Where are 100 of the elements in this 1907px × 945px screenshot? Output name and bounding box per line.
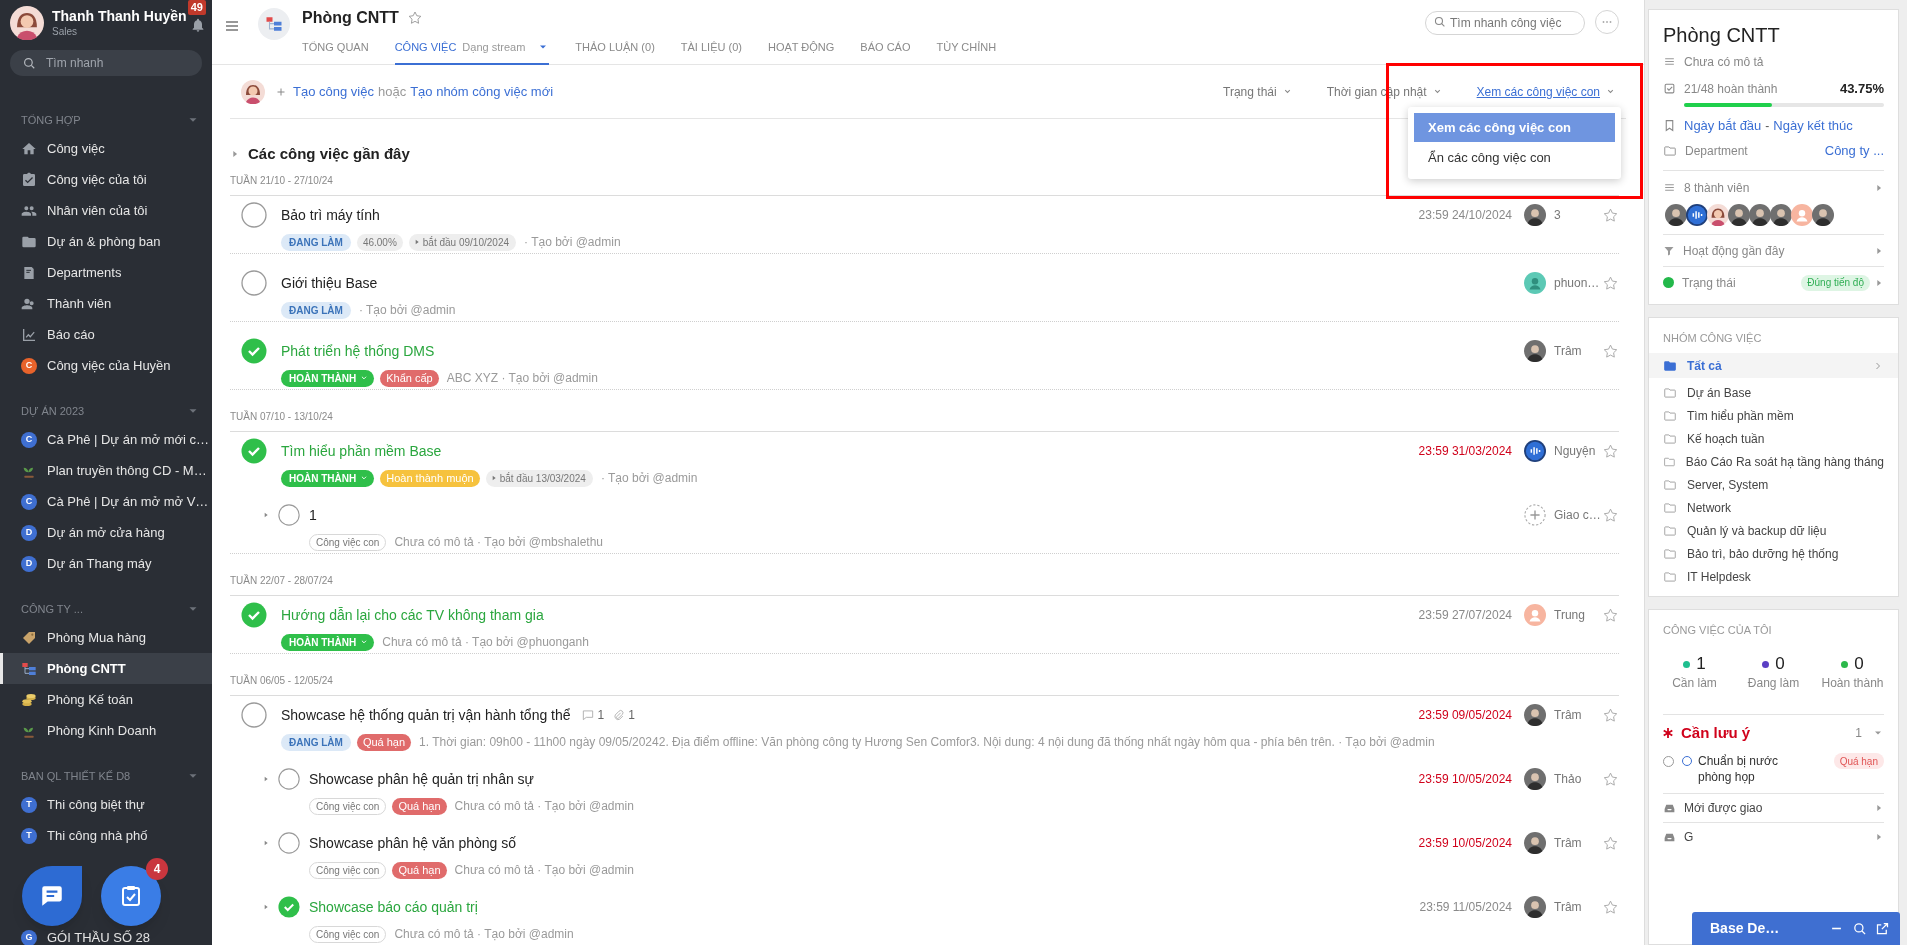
comment-icon (580, 708, 595, 722)
sidebar-item[interactable]: Phòng Kế toán (0, 684, 212, 715)
sidebar-item[interactable]: D Dự án Thang máy (0, 548, 212, 579)
avatar (1524, 768, 1546, 790)
task-title[interactable]: Showcase phân hệ văn phòng số (309, 832, 517, 854)
avatar (1665, 204, 1687, 226)
task-title[interactable]: Giới thiệu Base (281, 272, 378, 294)
sidebar-item[interactable]: C Cà Phê | Dự án mở mở V… (0, 486, 212, 517)
sidebar-item[interactable]: Phòng Mua hàng (0, 622, 212, 653)
group-item[interactable]: Quản lý và backup dữ liệu (1649, 519, 1898, 542)
group-item[interactable]: Kế hoạch tuần (1649, 427, 1898, 450)
expand-caret-icon[interactable] (262, 839, 270, 847)
week-label: TUẦN 07/10 - 13/10/24 (230, 410, 334, 424)
task-checkbox[interactable] (278, 768, 300, 790)
filter-dropdown[interactable]: Xem các công việc con (1476, 82, 1616, 101)
expand-caret-icon[interactable] (262, 511, 270, 519)
star-icon[interactable] (1602, 706, 1619, 724)
tab[interactable]: TÀI LIỆU (0) (680, 37, 742, 65)
task-filter-link[interactable]: Mới được giao (1649, 794, 1898, 822)
search-icon[interactable] (1852, 921, 1867, 936)
search-field[interactable]: Tìm nhanh công việc (1425, 11, 1585, 35)
avatar (1749, 204, 1771, 226)
start-date-link[interactable]: Ngày bắt đầu (1684, 115, 1762, 136)
task-checkbox[interactable] (241, 602, 267, 628)
sidebar-item[interactable]: Dự án & phòng ban (0, 226, 212, 257)
sidebar-item[interactable]: T Thi công nhà phố (0, 820, 212, 851)
sidebar-item[interactable]: Plan truyền thông CD - M… (0, 455, 212, 486)
task-checkbox[interactable] (241, 338, 267, 364)
attention-title: Cần lưu ý (1681, 722, 1751, 743)
star-icon[interactable] (1602, 342, 1619, 360)
create-group-link[interactable]: Tạo nhóm công việc mới (410, 81, 554, 102)
sidebar-item[interactable]: Nhân viên của tôi (0, 195, 212, 226)
sidebar-item[interactable]: C Công việc của Huyền (0, 350, 212, 381)
star-icon[interactable] (406, 10, 423, 26)
group-item[interactable]: Tất cả (1649, 353, 1898, 378)
sidebar-item[interactable]: Phòng Kinh Doanh (0, 715, 212, 746)
star-icon[interactable] (1602, 442, 1619, 460)
status-tag: ĐANG LÀM (281, 233, 351, 251)
sidebar-item[interactable]: T Thi công biệt thự (0, 789, 212, 820)
chat-bar[interactable]: Base De… (1692, 912, 1900, 945)
sidebar-item[interactable]: Departments (0, 257, 212, 288)
group-item[interactable]: Tìm hiểu phần mềm (1649, 404, 1898, 427)
star-icon[interactable] (1602, 506, 1619, 524)
tab[interactable]: THẢO LUẬN (0) (575, 37, 655, 65)
sidebar-item[interactable]: C Cà Phê | Dự án mở mới c… (0, 424, 212, 455)
task-checkbox[interactable] (278, 504, 300, 526)
sidebar-item[interactable]: Báo cáo (0, 319, 212, 350)
group-item[interactable]: IT Helpdesk (1649, 565, 1898, 588)
sidebar-item[interactable]: D Dự án mở cửa hàng (0, 517, 212, 548)
task-checkbox[interactable] (278, 832, 300, 854)
chat-icon (39, 883, 65, 909)
task-checkbox[interactable] (241, 438, 267, 464)
task-checkbox[interactable] (278, 896, 300, 918)
folder-icon (1663, 143, 1677, 158)
tab[interactable]: CÔNG VIỆC Dạng stream (394, 37, 550, 65)
expand-caret-icon[interactable] (262, 775, 270, 783)
task-checkbox[interactable] (241, 702, 267, 728)
task-title[interactable]: 1 (309, 504, 317, 526)
expand-caret-icon[interactable] (262, 903, 270, 911)
menu-item[interactable]: Ẩn các công việc con (1414, 142, 1615, 173)
create-task-link[interactable]: Tạo công việc (293, 81, 374, 102)
tab[interactable]: HOẠT ĐỘNG (767, 37, 835, 65)
group-item[interactable]: Bảo trì, bảo dưỡng hệ thống (1649, 542, 1898, 565)
task-filter-link[interactable]: G (1649, 823, 1898, 851)
task-title[interactable]: Showcase hệ thống quản trị vận hành tổng thể (281, 704, 571, 726)
search-field[interactable]: Tìm nhanh (10, 50, 202, 76)
notification-bell-icon[interactable] (190, 16, 206, 33)
recent-activity-link[interactable]: Hoạt động gần đây (1683, 241, 1785, 260)
sidebar-item[interactable]: Thành viên (0, 288, 212, 319)
sidebar-item[interactable]: Công việc (0, 133, 212, 164)
group-item[interactable]: Server, System (1649, 473, 1898, 496)
star-icon[interactable] (1602, 770, 1619, 788)
group-item[interactable]: Network (1649, 496, 1898, 519)
star-icon[interactable] (1602, 606, 1619, 624)
org-chart-icon (265, 15, 283, 33)
sidebar-item[interactable]: Công việc của tôi (0, 164, 212, 195)
filter-dropdown[interactable]: Trạng thái (1223, 82, 1293, 101)
task-title[interactable]: Bảo trì máy tính (281, 204, 380, 226)
tab[interactable]: TỔNG QUAN (302, 37, 369, 65)
start-date-tag: bắt đầu 13/03/2024 (485, 469, 593, 487)
group-item[interactable]: Báo Cáo Ra soát hạ tầng hàng tháng (1649, 450, 1898, 473)
sidebar-item[interactable]: G GÓI THẦU SỐ 28 (0, 922, 212, 945)
group-item[interactable]: Dự án Base (1649, 381, 1898, 404)
tab[interactable]: TÙY CHỈNH (936, 37, 997, 65)
task-checkbox[interactable] (241, 202, 267, 228)
attention-task[interactable]: Chuẩn bị nước phòng họp (1698, 753, 1813, 785)
avatar (10, 5, 44, 40)
star-icon[interactable] (1602, 206, 1619, 224)
star-icon[interactable] (1602, 834, 1619, 852)
avatar (241, 79, 265, 104)
tab[interactable]: BÁO CÁO (860, 37, 911, 65)
sidebar-item[interactable]: Phòng CNTT (0, 653, 212, 684)
task-title[interactable]: Showcase phân hệ quản trị nhân sự (309, 768, 534, 790)
menu-icon[interactable] (224, 18, 240, 34)
department-link[interactable]: Công ty ... (1824, 140, 1884, 161)
task-checkbox[interactable] (241, 270, 267, 296)
open-external-icon[interactable] (1875, 921, 1890, 936)
star-icon[interactable] (1602, 274, 1619, 292)
star-icon[interactable] (1602, 898, 1619, 916)
end-date-link[interactable]: Ngày kết thúc (1773, 115, 1853, 136)
